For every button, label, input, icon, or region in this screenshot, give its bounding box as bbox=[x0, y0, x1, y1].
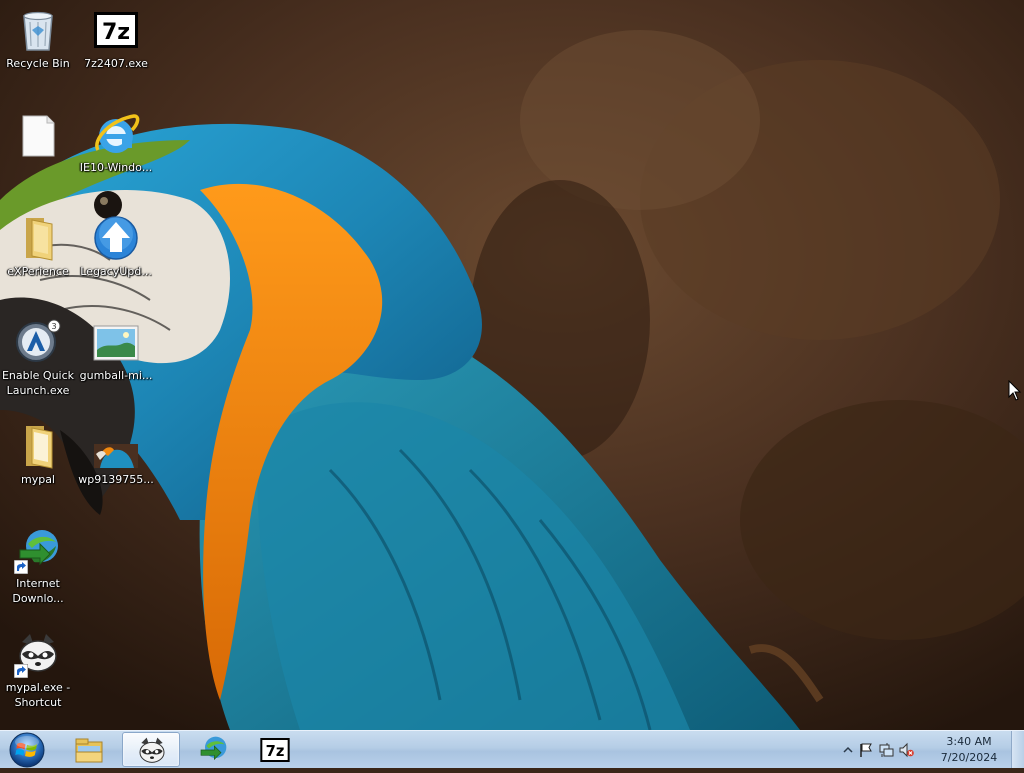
internet-download-manager-icon bbox=[14, 526, 62, 574]
taskbar-button-explorer[interactable] bbox=[60, 732, 118, 767]
desktop-icon-label: Recycle Bin bbox=[6, 57, 70, 70]
clock-date: 7/20/2024 bbox=[940, 751, 998, 764]
autoit-icon: 3 bbox=[14, 318, 62, 366]
7zip-icon: 7z bbox=[260, 738, 290, 762]
image-thumbnail-icon bbox=[92, 422, 140, 470]
desktop-icon-legacy-update[interactable]: LegacyUpd... bbox=[78, 214, 154, 279]
taskbar-button-7zip[interactable]: 7z bbox=[246, 732, 304, 767]
svg-text:7z: 7z bbox=[266, 743, 285, 760]
clock-time: 3:40 AM bbox=[946, 735, 992, 748]
start-button[interactable] bbox=[4, 731, 50, 769]
desktop-icon-label: mypal bbox=[20, 473, 55, 486]
desktop-icon-enable-quick-launch[interactable]: 3 Enable Quick Launch.exe bbox=[0, 318, 76, 398]
desktop-icon-label: wp9139755... bbox=[78, 473, 154, 486]
taskbar: 7z 3:40 AM 7/20/2024 bbox=[0, 730, 1024, 768]
internet-explorer-icon bbox=[92, 110, 140, 158]
desktop-icon-label: 7z2407.exe bbox=[84, 57, 148, 70]
desktop-icon-label: Enable Quick Launch.exe bbox=[1, 369, 75, 397]
mouse-pointer-icon bbox=[1008, 380, 1022, 401]
blank-file-icon bbox=[14, 112, 62, 160]
desktop-icon-wp9139755[interactable]: wp9139755... bbox=[78, 422, 154, 487]
folder-icon bbox=[14, 214, 62, 262]
mypal-raccoon-icon bbox=[14, 630, 62, 678]
desktop-icon-label: mypal.exe - Shortcut bbox=[5, 681, 71, 709]
explorer-folder-icon bbox=[75, 738, 103, 763]
taskbar-button-idm[interactable] bbox=[184, 732, 242, 767]
desktop-icon-mypal-shortcut[interactable]: mypal.exe - Shortcut bbox=[0, 630, 76, 710]
desktop-icon-experience[interactable]: eXPerience bbox=[0, 214, 76, 279]
recycle-bin-icon bbox=[14, 6, 62, 54]
7zip-icon: 7z bbox=[92, 6, 140, 54]
desktop-icon-recycle-bin[interactable]: Recycle Bin bbox=[0, 6, 76, 71]
folder-icon bbox=[14, 422, 62, 470]
desktop-icon-label: IE10-Windo... bbox=[79, 161, 153, 174]
desktop-icon-gumball-image[interactable]: gumball-mi... bbox=[78, 318, 154, 383]
action-center-flag-icon[interactable] bbox=[858, 742, 874, 758]
desktop-icon-label: Internet Downlo... bbox=[12, 577, 64, 605]
desktop-icon-label: gumball-mi... bbox=[79, 369, 153, 382]
svg-text:7z: 7z bbox=[102, 20, 130, 45]
desktop-icon-label: LegacyUpd... bbox=[80, 265, 152, 278]
desktop-icon-ie10[interactable]: IE10-Windo... bbox=[78, 110, 154, 175]
network-icon[interactable] bbox=[878, 742, 894, 758]
shortcut-arrow-icon bbox=[14, 664, 28, 678]
desktop-icon-mypal-folder[interactable]: mypal bbox=[0, 422, 76, 487]
volume-muted-icon[interactable] bbox=[898, 742, 914, 758]
desktop-icon-internet-download-manager[interactable]: Internet Downlo... bbox=[0, 526, 76, 606]
desktop-icon-label: eXPerience bbox=[7, 265, 69, 278]
svg-text:3: 3 bbox=[51, 322, 56, 331]
start-orb-icon bbox=[9, 732, 45, 768]
show-hidden-icons-chevron[interactable] bbox=[840, 742, 856, 758]
image-file-icon bbox=[92, 318, 140, 366]
internet-download-manager-icon bbox=[200, 736, 227, 761]
show-desktop-button[interactable] bbox=[1011, 731, 1024, 768]
shortcut-arrow-icon bbox=[14, 560, 28, 574]
system-tray: 3:40 AM 7/20/2024 bbox=[834, 731, 1024, 769]
desktop-icon-7z2407[interactable]: 7z 7z2407.exe bbox=[78, 6, 154, 71]
legacy-update-icon bbox=[92, 214, 140, 262]
taskbar-button-mypal[interactable] bbox=[122, 732, 180, 767]
mypal-raccoon-icon bbox=[139, 737, 165, 763]
taskbar-clock[interactable]: 3:40 AM 7/20/2024 bbox=[936, 734, 1002, 766]
desktop-icon-blank-file[interactable] bbox=[0, 112, 76, 162]
